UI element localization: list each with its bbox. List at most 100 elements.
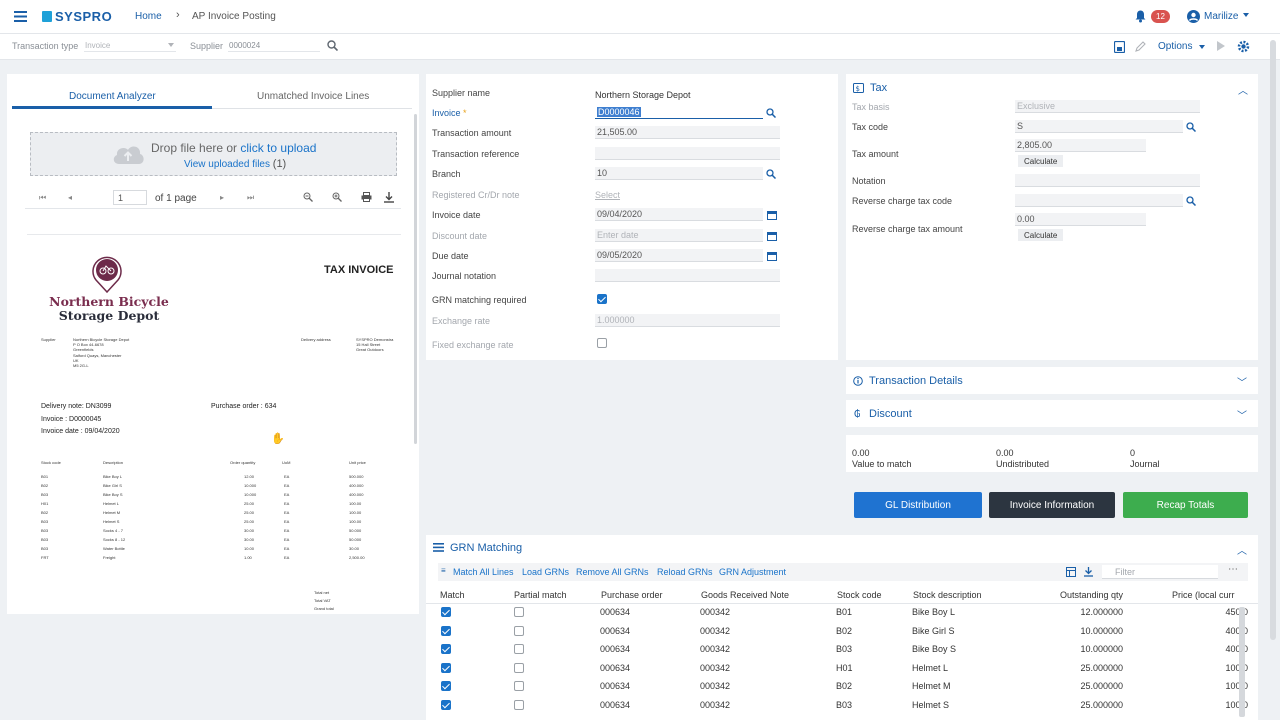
file-drop-zone[interactable]: Drop file here or click to upload View u… (30, 132, 397, 176)
invoice-information-button[interactable]: Invoice Information (989, 492, 1115, 518)
col-price-local-currency[interactable]: Price (local curr (1172, 590, 1235, 600)
match-checkbox[interactable] (441, 662, 451, 673)
col-stock-description[interactable]: Stock description (913, 590, 982, 600)
branch-input[interactable]: 10 (595, 167, 763, 180)
match-checkbox[interactable] (441, 681, 451, 692)
fixed-exchange-rate-checkbox[interactable] (597, 338, 607, 348)
notation-input[interactable] (1015, 174, 1200, 187)
load-grns-button[interactable]: Load GRNs (522, 567, 569, 577)
last-page-icon[interactable]: ⏭ (247, 193, 254, 203)
print-icon[interactable] (361, 192, 372, 202)
hamburger-menu-icon[interactable] (14, 11, 27, 22)
play-icon[interactable] (1217, 41, 1225, 51)
transaction-reference-input[interactable] (595, 147, 780, 160)
options-chevron-icon[interactable] (1199, 45, 1205, 49)
partial-match-checkbox[interactable] (514, 625, 524, 636)
invoice-date-calendar-icon[interactable] (767, 210, 777, 220)
stock-code-link[interactable]: B01 (836, 607, 852, 617)
purchase-order-link[interactable]: 000634 (600, 681, 630, 691)
reload-grns-button[interactable]: Reload GRNs (657, 567, 713, 577)
recap-totals-button[interactable]: Recap Totals (1123, 492, 1248, 518)
download-icon[interactable] (384, 192, 394, 203)
click-to-upload-link[interactable]: click to upload (240, 141, 316, 155)
bell-icon[interactable] (1135, 10, 1146, 23)
journal-notation-input[interactable] (595, 269, 780, 282)
match-checkbox[interactable] (441, 644, 451, 655)
view-uploaded-files-link[interactable]: View uploaded files (184, 159, 270, 170)
discount-expand-icon[interactable]: ﹀ (1237, 407, 1247, 422)
reverse-calculate-button[interactable]: Calculate (1018, 229, 1064, 241)
more-options-icon[interactable]: ⋯ (1228, 564, 1238, 575)
table-row[interactable]: 000634 000342 B03 Helmet S 25.000000 100.0 (426, 696, 1258, 714)
stock-code-link[interactable]: B03 (836, 644, 852, 654)
table-row[interactable]: 000634 000342 B02 Helmet M 25.000000 100.0 (426, 677, 1258, 695)
purchase-order-link[interactable]: 000634 (600, 644, 630, 654)
stock-code-link[interactable]: B02 (836, 681, 852, 691)
due-date-calendar-icon[interactable] (767, 251, 777, 261)
partial-match-checkbox[interactable] (514, 662, 524, 673)
user-avatar-icon[interactable] (1187, 10, 1200, 23)
search-icon[interactable] (327, 40, 338, 51)
partial-match-checkbox[interactable] (514, 700, 524, 710)
match-checkbox[interactable] (441, 700, 451, 710)
options-menu[interactable]: Options (1158, 41, 1192, 52)
match-checkbox[interactable] (441, 625, 451, 636)
col-partial-match[interactable]: Partial match (514, 590, 567, 600)
export-grid-icon[interactable] (1066, 567, 1076, 577)
table-row[interactable]: 000634 000342 H01 Helmet L 25.000000 100.0 (426, 659, 1258, 677)
table-row[interactable]: 000634 000342 B03 Bike Boy S 10.000000 400.0 (426, 640, 1258, 658)
stock-code-link[interactable]: H01 (836, 663, 853, 673)
tax-basis-select[interactable]: Exclusive (1015, 100, 1200, 113)
grn-collapse-icon[interactable]: ︿ (1237, 542, 1247, 557)
purchase-order-link[interactable]: 000634 (600, 663, 630, 673)
partial-match-checkbox[interactable] (514, 681, 524, 692)
tax-amount-input[interactable]: 2,805.00 (1015, 139, 1146, 152)
col-outstanding-qty[interactable]: Outstanding qty (1060, 590, 1123, 600)
settings-gear-icon[interactable] (1237, 40, 1250, 53)
breadcrumb-home[interactable]: Home (135, 11, 162, 22)
exchange-rate-input[interactable]: 1.000000 (595, 314, 780, 327)
tab-unmatched-invoice-lines[interactable]: Unmatched Invoice Lines (257, 91, 369, 102)
edit-pencil-icon[interactable] (1135, 41, 1146, 52)
tax-code-search-icon[interactable] (1186, 122, 1196, 132)
match-all-lines-button[interactable]: Match All Lines (453, 567, 514, 577)
supplier-input[interactable]: 0000024 (228, 39, 320, 52)
next-page-icon[interactable]: ▸ (220, 193, 224, 202)
save-icon[interactable] (1114, 41, 1125, 53)
previous-page-icon[interactable]: ◂ (68, 193, 72, 202)
invoice-date-input[interactable]: 09/04/2020 (595, 208, 763, 221)
reverse-charge-tax-code-input[interactable] (1015, 194, 1183, 207)
download-grid-icon[interactable] (1084, 567, 1093, 577)
partial-match-checkbox[interactable] (514, 607, 524, 617)
tax-collapse-icon[interactable]: ︿ (1238, 82, 1248, 97)
discount-date-input[interactable]: Enter date (595, 229, 763, 242)
stock-code-link[interactable]: B02 (836, 626, 852, 636)
invoice-search-icon[interactable] (766, 108, 776, 118)
match-checkbox[interactable] (441, 607, 451, 617)
brand-logo[interactable]: SYSPRO (42, 9, 112, 24)
transaction-type-select[interactable]: Invoice (84, 39, 176, 52)
notification-badge[interactable]: 12 (1151, 10, 1170, 23)
col-match[interactable]: Match (440, 590, 465, 600)
registered-note-select-link[interactable]: Select (595, 190, 620, 200)
gl-distribution-button[interactable]: GL Distribution (854, 492, 982, 518)
purchase-order-link[interactable]: 000634 (600, 607, 630, 617)
zoom-in-icon[interactable] (332, 192, 342, 202)
col-goods-received-note[interactable]: Goods Received Note (701, 590, 789, 600)
user-name[interactable]: Marilize (1204, 11, 1238, 22)
document-scrollbar[interactable] (414, 114, 417, 444)
remove-all-grns-button[interactable]: Remove All GRNs (576, 567, 649, 577)
reverse-charge-search-icon[interactable] (1186, 196, 1196, 206)
purchase-order-link[interactable]: 000634 (600, 626, 630, 636)
reverse-charge-tax-amount-input[interactable]: 0.00 (1015, 213, 1146, 226)
grn-adjustment-button[interactable]: GRN Adjustment (719, 567, 786, 577)
stock-code-link[interactable]: B03 (836, 700, 852, 710)
zoom-out-icon[interactable] (303, 192, 313, 202)
purchase-order-link[interactable]: 000634 (600, 700, 630, 710)
tab-document-analyzer[interactable]: Document Analyzer (69, 91, 156, 102)
first-page-icon[interactable]: ⏮ (39, 193, 46, 203)
discount-section[interactable]: ₲ Discount ﹀ (846, 400, 1258, 427)
invoice-document-page[interactable]: Northern Bicycle Storage Depot TAX INVOI… (27, 234, 401, 614)
page-scrollbar[interactable] (1270, 40, 1276, 640)
table-row[interactable]: 000634 000342 B01 Bike Boy L 12.000000 450.0 (426, 603, 1258, 621)
